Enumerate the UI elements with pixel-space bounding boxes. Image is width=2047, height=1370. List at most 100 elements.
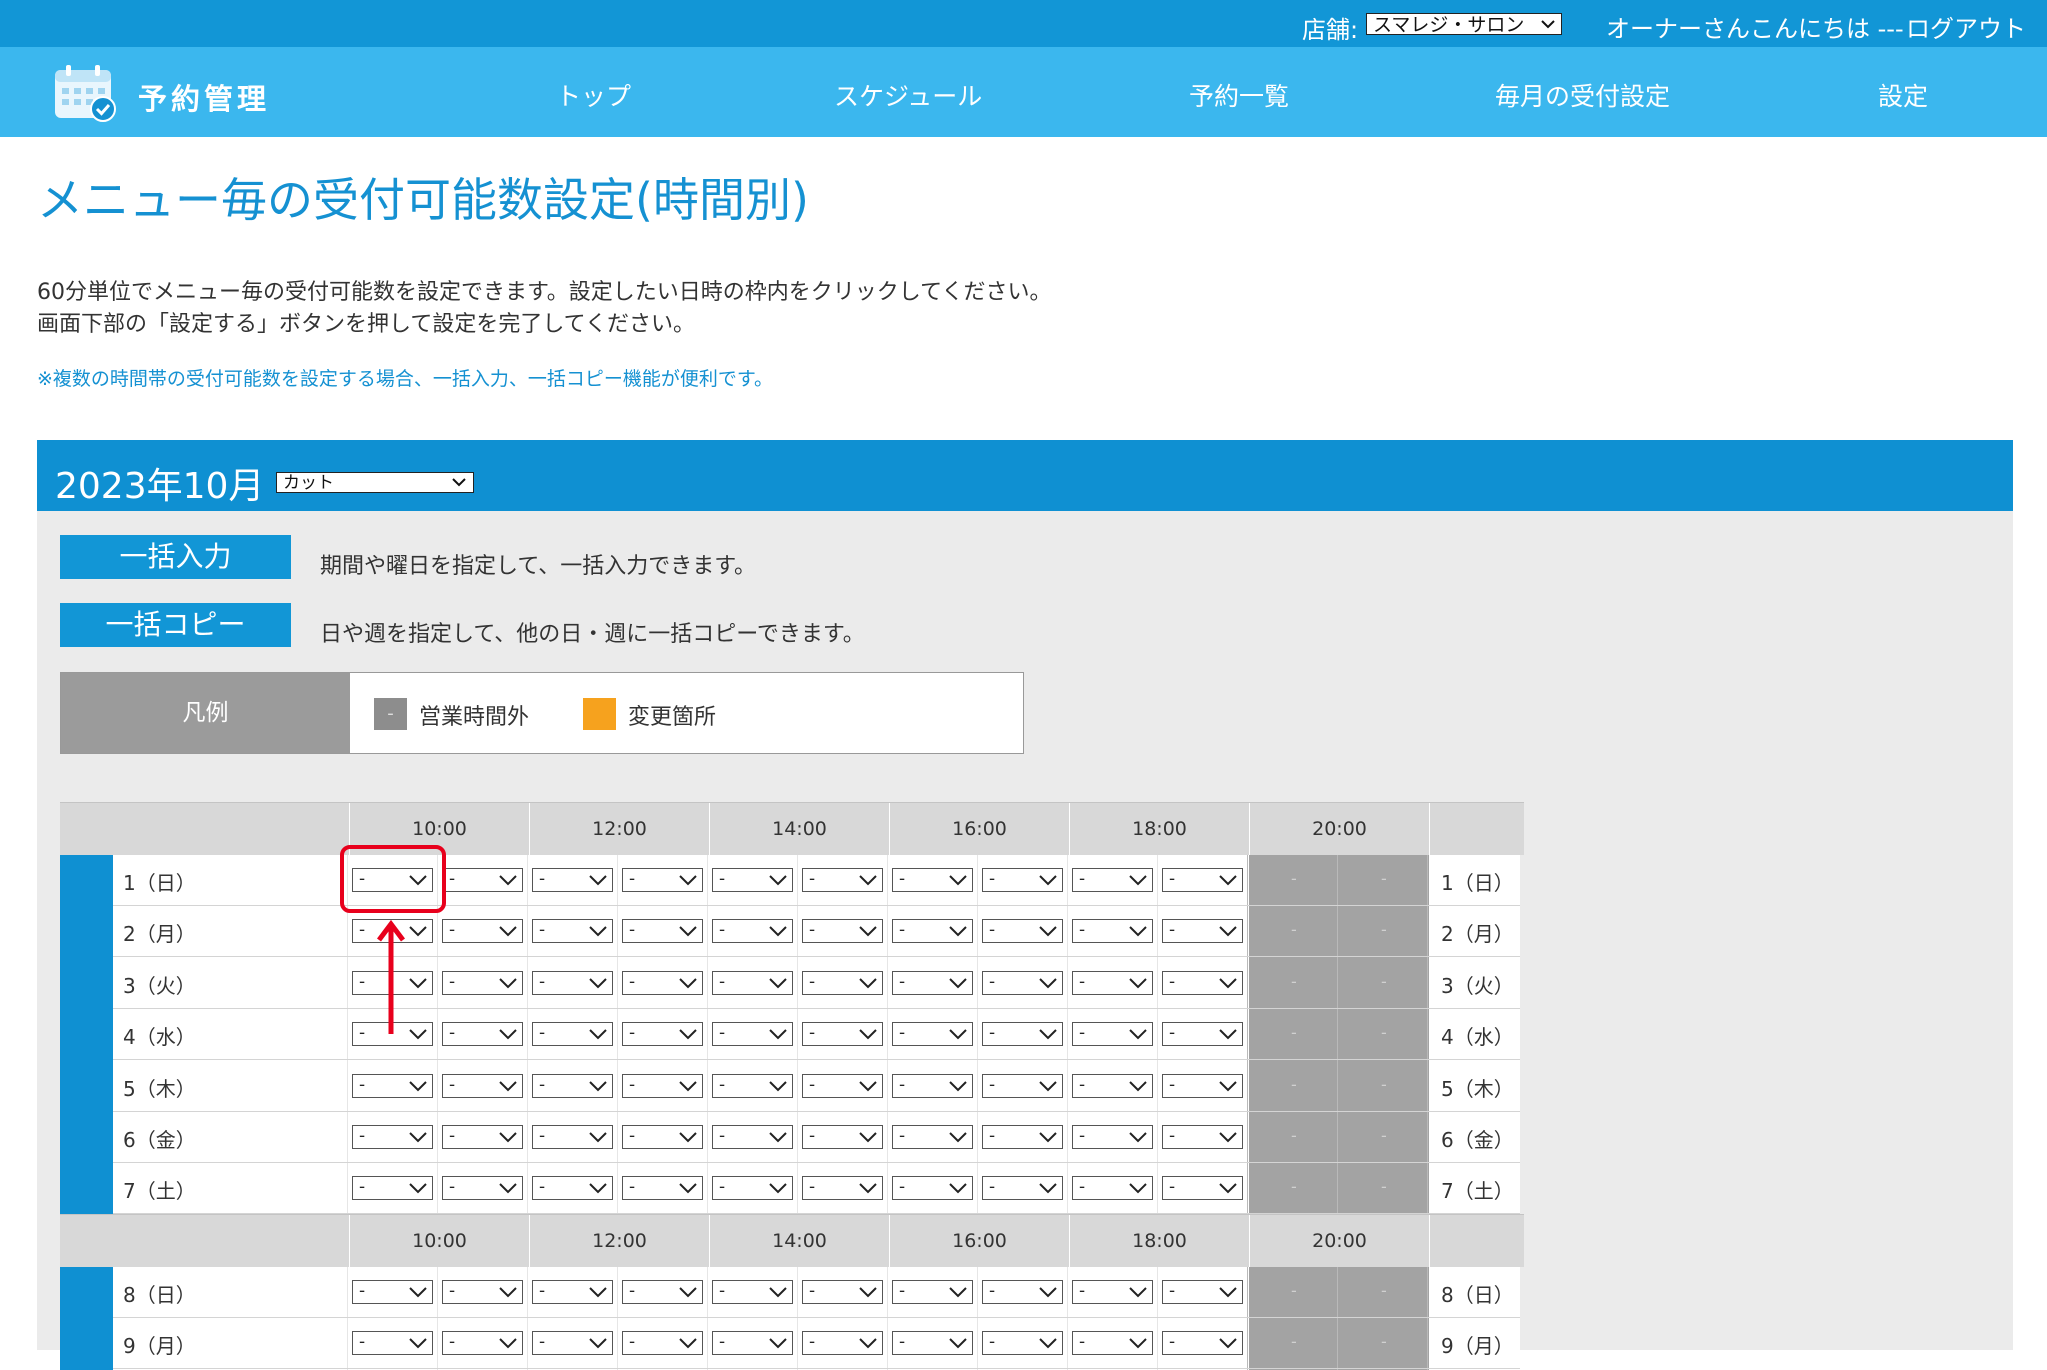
capacity-select[interactable]: - [1072, 1176, 1153, 1201]
capacity-select[interactable]: - [442, 1125, 523, 1149]
capacity-select[interactable]: - [1162, 1331, 1243, 1356]
capacity-select[interactable]: - [1072, 1331, 1153, 1356]
capacity-select[interactable]: - [442, 970, 523, 995]
capacity-select[interactable]: - [622, 1331, 703, 1356]
nav-item-schedule[interactable]: スケジュール [834, 77, 982, 113]
capacity-select[interactable]: - [802, 1073, 883, 1098]
capacity-select[interactable]: - [1162, 970, 1243, 995]
capacity-select[interactable]: - [982, 1280, 1063, 1304]
capacity-select[interactable]: - [1072, 919, 1153, 944]
capacity-select[interactable]: - [892, 1176, 973, 1201]
capacity-select[interactable]: - [442, 1022, 523, 1047]
capacity-select[interactable]: - [532, 919, 613, 944]
capacity-select[interactable]: - [712, 919, 793, 944]
capacity-select[interactable]: - [712, 1073, 793, 1098]
chevron-down-icon [769, 1287, 787, 1298]
capacity-select[interactable]: - [982, 919, 1063, 944]
capacity-select[interactable]: - [1162, 1125, 1243, 1149]
logout-link[interactable]: ログアウト [1906, 9, 2026, 44]
capacity-select[interactable]: - [352, 1176, 433, 1201]
nav-item-reservation-list[interactable]: 予約一覧 [1189, 77, 1289, 113]
bulk-copy-button[interactable]: 一括コピー [60, 603, 291, 647]
capacity-select[interactable]: - [892, 1022, 973, 1047]
capacity-select[interactable]: - [532, 1125, 613, 1149]
capacity-select[interactable]: - [442, 919, 523, 944]
capacity-select[interactable]: - [802, 1176, 883, 1201]
capacity-select[interactable]: - [892, 1073, 973, 1098]
capacity-select[interactable]: - [802, 1022, 883, 1047]
capacity-select[interactable]: - [442, 868, 523, 892]
capacity-select[interactable]: - [622, 1073, 703, 1098]
capacity-select[interactable]: - [982, 1073, 1063, 1098]
capacity-select[interactable]: - [712, 1331, 793, 1356]
capacity-select[interactable]: - [352, 1280, 433, 1304]
capacity-select[interactable]: - [982, 1331, 1063, 1356]
capacity-select[interactable]: - [1162, 1280, 1243, 1304]
capacity-select[interactable]: - [892, 970, 973, 995]
capacity-select[interactable]: - [442, 1280, 523, 1304]
capacity-select[interactable]: - [1162, 1176, 1243, 1201]
capacity-select[interactable]: - [802, 970, 883, 995]
capacity-select[interactable]: - [532, 1280, 613, 1304]
capacity-select[interactable]: - [532, 1022, 613, 1047]
chevron-down-icon [679, 1080, 697, 1092]
capacity-select[interactable]: - [1072, 1125, 1153, 1149]
month-label: 2023年10月 [55, 466, 265, 507]
capacity-select[interactable]: - [1162, 919, 1243, 944]
capacity-select[interactable]: - [982, 1176, 1063, 1201]
capacity-select[interactable]: - [982, 1022, 1063, 1047]
capacity-select[interactable]: - [532, 1331, 613, 1356]
menu-select[interactable]: カット [276, 472, 474, 493]
capacity-select[interactable]: - [442, 1073, 523, 1098]
capacity-select[interactable]: - [802, 1125, 883, 1149]
capacity-select[interactable]: - [892, 1125, 973, 1149]
capacity-select[interactable]: - [532, 970, 613, 995]
capacity-select[interactable]: - [1072, 970, 1153, 995]
capacity-select[interactable]: - [532, 1073, 613, 1098]
capacity-select[interactable]: - [892, 868, 973, 892]
capacity-select[interactable]: - [712, 1176, 793, 1201]
capacity-select[interactable]: - [892, 919, 973, 944]
capacity-select[interactable]: - [712, 1280, 793, 1304]
capacity-select[interactable]: - [802, 1331, 883, 1356]
capacity-select[interactable]: - [1072, 1073, 1153, 1098]
capacity-select[interactable]: - [442, 1331, 523, 1356]
capacity-select[interactable]: - [712, 1125, 793, 1149]
capacity-select[interactable]: - [802, 919, 883, 944]
capacity-select[interactable]: - [892, 1331, 973, 1356]
capacity-select[interactable]: - [1162, 1022, 1243, 1047]
capacity-select[interactable]: - [802, 1280, 883, 1304]
capacity-select[interactable]: - [532, 868, 613, 892]
capacity-select[interactable]: - [892, 1280, 973, 1304]
capacity-select[interactable]: - [352, 1073, 433, 1098]
capacity-select[interactable]: - [622, 1022, 703, 1047]
capacity-select[interactable]: - [352, 1331, 433, 1356]
capacity-select[interactable]: - [1162, 868, 1243, 892]
chevron-down-icon [1219, 1287, 1237, 1298]
store-select[interactable]: スマレジ・サロン [1366, 13, 1562, 36]
capacity-select[interactable]: - [622, 919, 703, 944]
bulk-input-button[interactable]: 一括入力 [60, 535, 291, 579]
capacity-select[interactable]: - [1072, 868, 1153, 892]
capacity-select[interactable]: - [1072, 1022, 1153, 1047]
capacity-select[interactable]: - [712, 868, 793, 892]
capacity-select[interactable]: - [712, 1022, 793, 1047]
capacity-select[interactable]: - [442, 1176, 523, 1201]
capacity-select[interactable]: - [802, 868, 883, 892]
nav-item-monthly-settings[interactable]: 毎月の受付設定 [1495, 77, 1670, 113]
capacity-select[interactable]: - [622, 1176, 703, 1201]
capacity-select[interactable]: - [622, 868, 703, 892]
capacity-select[interactable]: - [352, 1125, 433, 1149]
capacity-select[interactable]: - [712, 970, 793, 995]
capacity-select[interactable]: - [622, 1280, 703, 1304]
capacity-select[interactable]: - [1072, 1280, 1153, 1304]
capacity-select[interactable]: - [622, 1125, 703, 1149]
capacity-select[interactable]: - [622, 970, 703, 995]
nav-item-top[interactable]: トップ [556, 77, 631, 113]
capacity-select[interactable]: - [982, 1125, 1063, 1149]
capacity-select[interactable]: - [982, 868, 1063, 892]
capacity-select[interactable]: - [532, 1176, 613, 1201]
capacity-select[interactable]: - [982, 970, 1063, 995]
nav-item-settings[interactable]: 設定 [1878, 77, 1928, 113]
capacity-select[interactable]: - [1162, 1073, 1243, 1098]
